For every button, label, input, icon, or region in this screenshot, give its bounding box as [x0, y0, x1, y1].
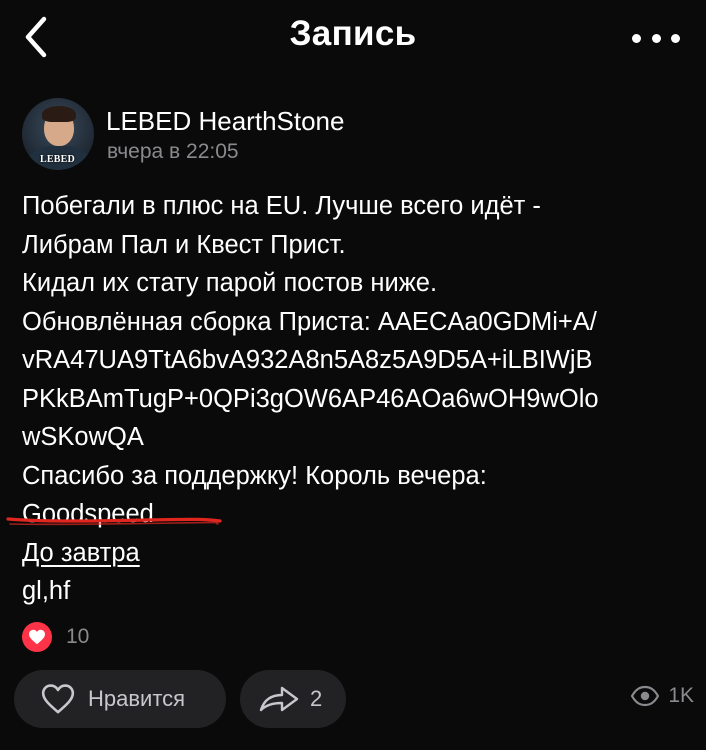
post-line: Кидал их стату парой постов ниже.: [22, 269, 438, 297]
like-button[interactable]: Нравится: [14, 670, 226, 728]
share-button[interactable]: 2: [240, 670, 346, 728]
likes-summary[interactable]: 10: [22, 620, 89, 654]
post-line: Побегали в плюс на EU. Лучше всего идёт …: [22, 192, 541, 220]
avatar[interactable]: LEBED: [22, 98, 94, 170]
views-counter: 1K: [630, 684, 694, 708]
post-line: wSKowQA: [22, 423, 144, 451]
post-line: Goodspeed: [22, 500, 154, 528]
heart-filled-icon: [29, 629, 45, 645]
post-actions: Нравится 2 1K: [14, 670, 694, 730]
heart-outline-icon: [41, 684, 75, 714]
like-button-label: Нравится: [88, 686, 186, 711]
post-line-link[interactable]: До завтра: [22, 534, 684, 573]
post-line: PKkBAmTugP+0QPi3gOW6AP46AOa6wOH9wOlo: [22, 384, 599, 413]
eye-icon: [631, 685, 660, 707]
more-options-button[interactable]: [632, 28, 680, 48]
post-line: gl,hf: [22, 577, 71, 605]
post-line: Спасибо за поддержку! Король вечера:: [22, 461, 487, 490]
share-count: 2: [310, 686, 323, 711]
share-arrow-icon: [259, 686, 299, 712]
author-name[interactable]: LEBED HearthStone: [106, 106, 344, 137]
post-line: vRA47UA9TtA6bvA932A8n5A8z5A9D5A+iLBIWjB: [22, 346, 593, 374]
top-bar: Запись: [0, 0, 706, 80]
post-line: Обновлённая сборка Приста: AAECAa0GDMi+A…: [22, 307, 597, 336]
more-horizontal-icon: [632, 33, 641, 43]
likes-badge: [22, 622, 52, 652]
page-title: Запись: [289, 14, 417, 53]
views-count: 1K: [668, 684, 694, 707]
avatar-logo-text: LEBED: [40, 154, 75, 165]
post-text: Побегали в плюс на EU. Лучше всего идёт …: [22, 187, 684, 611]
post-author: LEBED LEBED HearthStone вчера в 22:05: [22, 98, 682, 174]
post-timestamp: вчера в 22:05: [107, 140, 239, 163]
likes-count: 10: [66, 625, 90, 648]
post-line: Либрам Пал и Квест Прист.: [22, 230, 346, 259]
